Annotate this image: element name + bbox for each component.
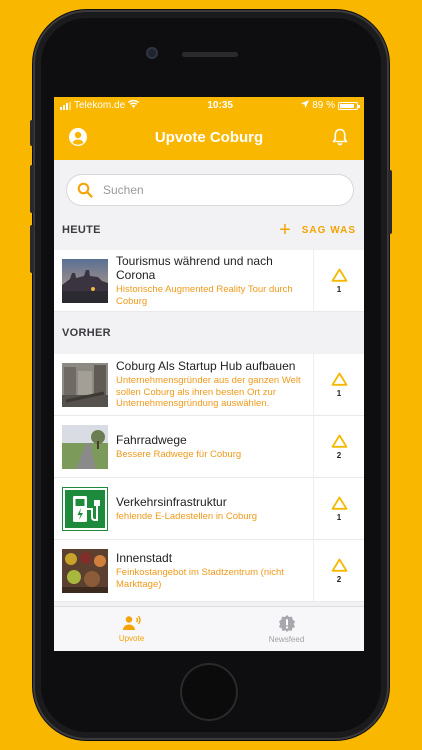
volume-up-button xyxy=(30,165,34,213)
search-input[interactable] xyxy=(101,182,325,198)
item-subtitle: Historische Augmented Reality Tour durch… xyxy=(116,284,293,307)
vote-count: 1 xyxy=(336,512,342,522)
upvote-button[interactable]: 1 xyxy=(313,250,364,311)
mute-switch xyxy=(30,120,34,146)
volume-down-button xyxy=(30,225,34,273)
list-item[interactable]: Fahrradwege Bessere Radwege für Coburg 2 xyxy=(54,416,364,478)
tab-newsfeed[interactable]: Newsfeed xyxy=(209,607,364,651)
upvote-button[interactable]: 2 xyxy=(313,416,364,477)
item-title: Tourismus während und nach Corona xyxy=(116,254,273,282)
profile-button[interactable] xyxy=(66,125,90,149)
upvote-triangle-icon xyxy=(331,558,347,572)
front-camera xyxy=(146,47,158,59)
item-title: Coburg Als Startup Hub aufbauen xyxy=(116,359,296,374)
power-button xyxy=(388,170,392,234)
today-list: Tourismus während und nach Corona Histor… xyxy=(54,250,364,312)
upvote-triangle-icon xyxy=(331,434,347,448)
user-profile-icon xyxy=(69,128,87,146)
list-item[interactable]: Verkehrsinfrastruktur fehlende E-Ladeste… xyxy=(54,478,364,540)
item-subtitle: Bessere Radwege für Coburg xyxy=(116,448,242,460)
megaphone-icon xyxy=(122,615,141,630)
item-title: Fahrradwege xyxy=(116,432,187,447)
item-title: Innenstadt xyxy=(116,551,173,565)
item-thumbnail-factory xyxy=(62,362,108,407)
upvote-triangle-icon xyxy=(331,268,347,282)
item-thumbnail-castle xyxy=(62,258,108,303)
search-container xyxy=(54,160,364,216)
item-subtitle: Unternehmensgründer aus der ganzen Welt … xyxy=(116,375,301,410)
upvote-triangle-icon xyxy=(331,496,347,510)
sag-was-label: SAG WAS xyxy=(301,224,356,236)
plus-icon: + xyxy=(279,219,292,241)
section-header-earlier: VORHER xyxy=(54,312,364,354)
earlier-list: Coburg Als Startup Hub aufbauen Unterneh… xyxy=(54,354,364,602)
bell-icon xyxy=(332,128,348,146)
location-arrow-icon xyxy=(301,100,310,111)
home-button[interactable] xyxy=(180,663,238,721)
search-bar[interactable] xyxy=(66,174,354,206)
tab-upvote[interactable]: Upvote xyxy=(54,607,209,651)
app-screen: Telekom.de 10:35 89 % Upvote Coburg Such… xyxy=(54,97,364,651)
vote-count: 1 xyxy=(336,388,342,398)
vote-count: 2 xyxy=(336,574,342,584)
item-title: Verkehrsinfrastruktur xyxy=(116,494,227,509)
section-header-today: HEUTE + SAG WAS xyxy=(54,216,364,244)
wifi-icon xyxy=(128,99,140,111)
upvote-button[interactable]: 2 xyxy=(313,540,364,601)
tab-label: Newsfeed xyxy=(268,635,305,644)
section-label-earlier: VORHER xyxy=(62,327,111,339)
notifications-button[interactable] xyxy=(328,125,352,149)
alert-badge-icon xyxy=(278,615,295,632)
status-bar: Telekom.de 10:35 89 % xyxy=(54,97,364,114)
ev-charging-station-icon xyxy=(62,486,108,531)
page-title: Upvote Coburg xyxy=(154,128,264,146)
upvote-button[interactable]: 1 xyxy=(313,478,364,539)
upvote-triangle-icon xyxy=(331,372,347,386)
item-subtitle: fehlende E-Ladestellen in Coburg xyxy=(116,510,258,522)
section-label-today: HEUTE xyxy=(62,224,101,236)
clock: 10:35 xyxy=(207,100,233,111)
earpiece-speaker xyxy=(182,52,238,57)
list-item[interactable]: Coburg Als Startup Hub aufbauen Unterneh… xyxy=(54,354,364,416)
list-item[interactable]: Tourismus während und nach Corona Histor… xyxy=(54,250,364,312)
tab-bar: Upvote Newsfeed xyxy=(54,606,364,651)
upvote-button[interactable]: 1 xyxy=(313,354,364,415)
battery-percentage: 89 % xyxy=(312,100,335,111)
search-icon xyxy=(77,182,93,198)
sag-was-button[interactable]: + SAG WAS xyxy=(279,220,356,240)
navigation-bar: Upvote Coburg xyxy=(54,114,364,160)
item-thumbnail-deli-food xyxy=(62,548,108,593)
vote-count: 1 xyxy=(336,284,342,294)
item-subtitle: Feinkostangebot im Stadtzentrum (nicht M… xyxy=(116,567,284,590)
carrier-name: Telekom.de xyxy=(74,100,126,111)
battery-icon xyxy=(337,101,360,110)
signal-strength-icon xyxy=(60,101,71,110)
item-thumbnail-bike-path xyxy=(62,424,108,469)
tab-label: Upvote xyxy=(118,634,145,643)
list-item[interactable]: Innenstadt Feinkostangebot im Stadtzentr… xyxy=(54,540,364,602)
vote-count: 2 xyxy=(336,450,342,460)
